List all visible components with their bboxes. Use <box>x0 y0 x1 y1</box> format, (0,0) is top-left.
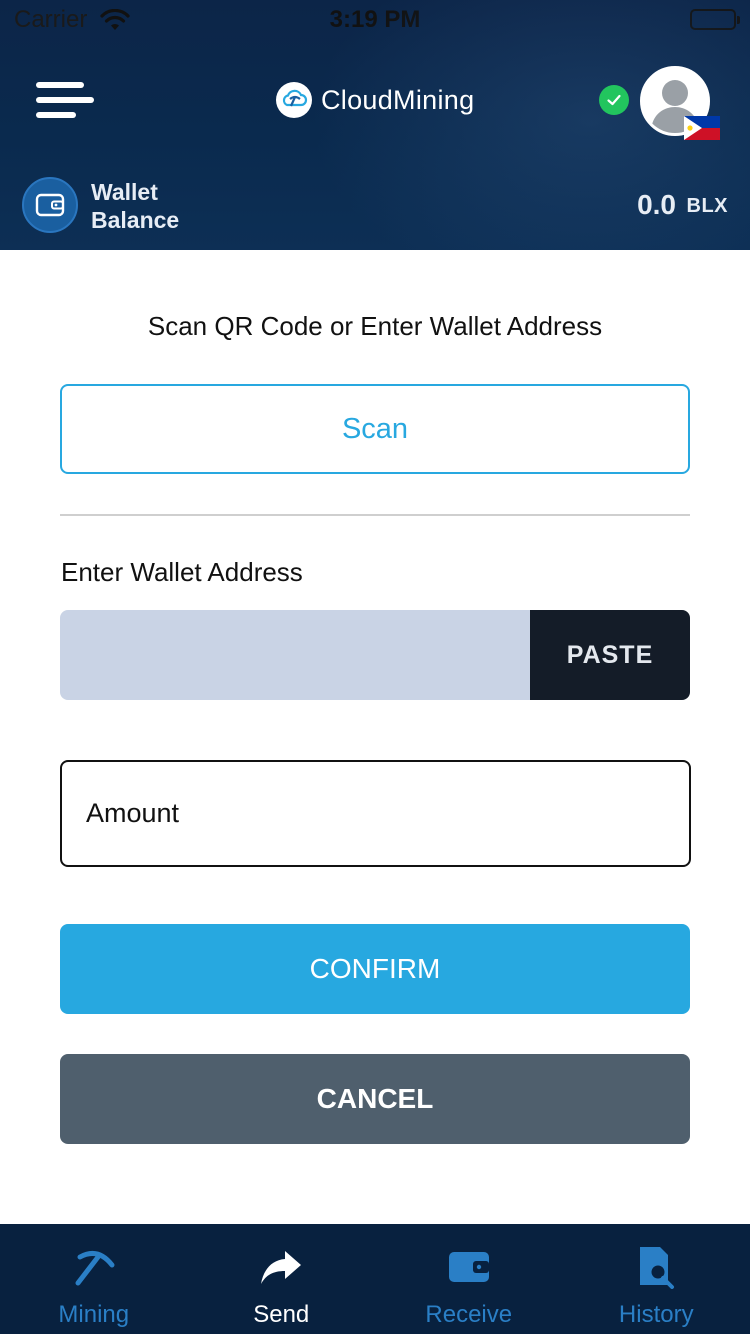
brand-name: CloudMining <box>321 84 475 115</box>
tab-history-label: History <box>618 1301 694 1328</box>
philippines-flag-icon <box>684 116 720 140</box>
wallet-balance-value: 0.0 <box>637 189 676 220</box>
wallet-icon <box>22 177 78 233</box>
wallet-address-input[interactable] <box>60 610 530 700</box>
tab-send[interactable]: Send <box>188 1224 376 1334</box>
document-search-icon <box>633 1244 679 1290</box>
wallet-balance-unit: BLX <box>686 195 728 217</box>
scan-button[interactable]: Scan <box>60 384 690 474</box>
tab-mining[interactable]: Mining <box>0 1224 188 1334</box>
tab-receive[interactable]: Receive <box>375 1224 563 1334</box>
cloud-mining-logo-icon <box>276 82 312 118</box>
status-time: 3:19 PM <box>329 6 421 33</box>
bottom-tab-bar: Mining Send Receive History <box>0 1224 750 1334</box>
battery-icon <box>690 9 740 30</box>
divider <box>60 514 690 516</box>
hamburger-menu-icon[interactable] <box>36 82 94 120</box>
cancel-button[interactable]: CANCEL <box>60 1054 690 1144</box>
wallet-address-row: PASTE <box>60 610 690 700</box>
wallet-icon <box>446 1244 492 1290</box>
tab-receive-label: Receive <box>425 1301 513 1328</box>
confirm-button[interactable]: CONFIRM <box>60 924 690 1014</box>
status-bar: Carrier 3:19 PM <box>0 0 750 40</box>
brand: CloudMining <box>276 82 474 118</box>
pickaxe-icon <box>71 1244 117 1290</box>
paste-button[interactable]: PASTE <box>530 610 690 700</box>
wallet-address-label: Enter Wallet Address <box>61 557 303 587</box>
app-header: Carrier 3:19 PM CloudMining Wallet Balan… <box>0 0 750 250</box>
check-circle-icon <box>599 85 629 115</box>
scan-instruction: Scan QR Code or Enter Wallet Address <box>147 311 603 341</box>
amount-input[interactable] <box>60 760 691 867</box>
tab-mining-label: Mining <box>58 1301 130 1328</box>
tab-history[interactable]: History <box>563 1224 750 1334</box>
share-arrow-icon <box>258 1244 304 1290</box>
wallet-balance-label: Wallet Balance <box>91 179 180 233</box>
tab-send-label: Send <box>253 1301 310 1328</box>
